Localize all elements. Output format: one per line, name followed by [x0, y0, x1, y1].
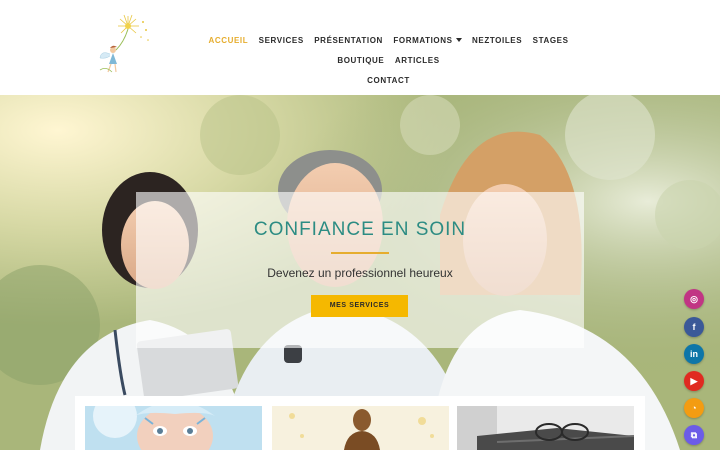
nav-formations-label: FORMATIONS [393, 36, 453, 45]
youtube-icon[interactable]: ▶ [684, 371, 704, 391]
feature-card-3[interactable] [457, 406, 634, 450]
dandelion-fairy-logo-icon [99, 14, 149, 73]
linkedin-icon[interactable]: in [684, 344, 704, 364]
instagram-icon[interactable]: ◎ [684, 289, 704, 309]
chevron-down-icon [455, 37, 462, 42]
nav-contact[interactable]: CONTACT [367, 72, 410, 90]
mes-services-button[interactable]: MES SERVICES [311, 295, 408, 317]
nav-services[interactable]: SERVICES [259, 32, 304, 50]
hero-subtitle: Devenez un professionnel heureux [267, 266, 453, 280]
nav-stages[interactable]: STAGES [533, 32, 569, 50]
share-icon[interactable]: ⧉ [684, 425, 704, 445]
feature-card-2[interactable] [272, 406, 449, 450]
nav-articles[interactable]: ARTICLES [395, 52, 440, 70]
face-paint-woman-photo [85, 406, 262, 450]
nav-boutique[interactable]: BOUTIQUE [337, 52, 384, 70]
nav-presentation[interactable]: PRÉSENTATION [314, 32, 383, 50]
main-nav: ACCUEIL SERVICES PRÉSENTATION FORMATIONS… [186, 30, 591, 90]
meditation-silhouette-photo [272, 406, 449, 450]
nav-accueil[interactable]: ACCUEIL [208, 32, 248, 50]
nav-formations[interactable]: FORMATIONS [393, 32, 462, 50]
hero-divider [331, 252, 389, 254]
feature-cards [75, 396, 645, 450]
hero-content-box: CONFIANCE EN SOIN Devenez un professionn… [136, 192, 584, 348]
glasses-on-books-photo [457, 406, 634, 450]
rss-icon[interactable]: ◔ [684, 398, 704, 418]
site-header: ACCUEIL SERVICES PRÉSENTATION FORMATIONS… [0, 0, 720, 95]
nav-neztoiles[interactable]: NEZTOILES [472, 32, 522, 50]
site-logo[interactable] [86, 12, 156, 80]
facebook-icon[interactable]: f [684, 317, 704, 337]
hero-title: CONFIANCE EN SOIN [253, 219, 467, 240]
feature-card-1[interactable] [85, 406, 262, 450]
